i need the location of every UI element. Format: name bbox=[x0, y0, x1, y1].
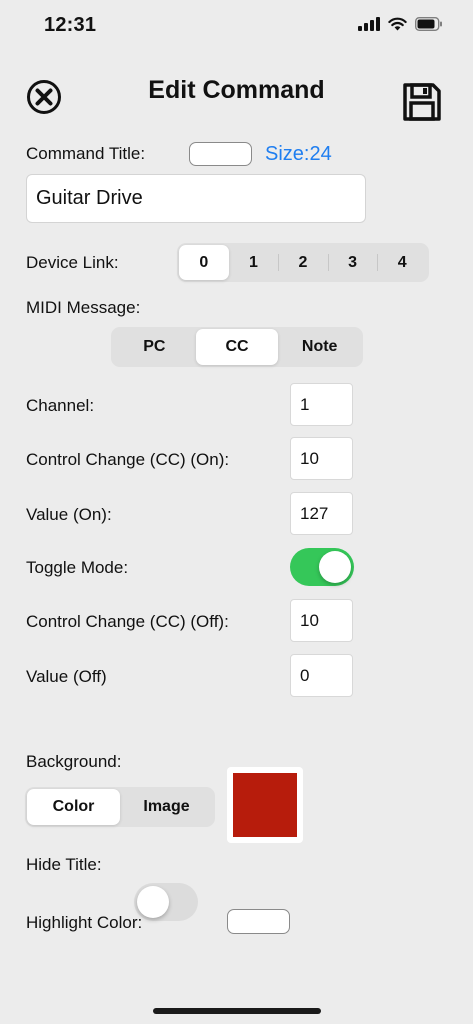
value-on-input[interactable]: 127 bbox=[290, 492, 353, 535]
cc-off-label: Control Change (CC) (Off): bbox=[26, 612, 229, 631]
midi-option-pc[interactable]: PC bbox=[113, 329, 196, 365]
highlight-color-picker[interactable] bbox=[227, 909, 290, 934]
device-link-option-1[interactable]: 1 bbox=[229, 245, 279, 280]
save-icon bbox=[403, 83, 441, 121]
device-link-option-0[interactable]: 0 bbox=[179, 245, 229, 280]
battery-icon bbox=[415, 17, 442, 31]
home-indicator bbox=[153, 1008, 321, 1014]
signal-icon bbox=[358, 17, 380, 31]
cc-on-input[interactable]: 10 bbox=[290, 437, 353, 480]
cc-off-input[interactable]: 10 bbox=[290, 599, 353, 642]
value-on-label: Value (On): bbox=[26, 505, 112, 524]
save-button[interactable] bbox=[402, 82, 442, 122]
highlight-color-label: Highlight Color: bbox=[26, 913, 143, 932]
value-off-label: Value (Off) bbox=[26, 667, 107, 686]
value-off-input[interactable]: 0 bbox=[290, 654, 353, 697]
midi-option-cc[interactable]: CC bbox=[195, 329, 279, 365]
background-option-color[interactable]: Color bbox=[27, 789, 120, 825]
device-link-option-3[interactable]: 3 bbox=[327, 245, 378, 280]
midi-option-note[interactable]: Note bbox=[278, 329, 361, 365]
device-link-segmented-control[interactable]: 0 1 2 3 4 bbox=[177, 243, 429, 282]
status-icons bbox=[358, 17, 443, 31]
channel-input[interactable]: 1 bbox=[290, 383, 353, 426]
background-option-image[interactable]: Image bbox=[120, 789, 213, 825]
hide-title-switch[interactable] bbox=[134, 883, 198, 921]
toggle-knob bbox=[319, 551, 351, 583]
background-segmented-control[interactable]: Color Image bbox=[25, 787, 215, 827]
device-link-option-2[interactable]: 2 bbox=[278, 245, 328, 280]
size-label[interactable]: Size:24 bbox=[265, 143, 332, 166]
wifi-icon bbox=[388, 17, 407, 31]
cc-on-label: Control Change (CC) (On): bbox=[26, 450, 230, 469]
midi-message-label: MIDI Message: bbox=[26, 298, 141, 317]
command-title-input[interactable]: Guitar Drive bbox=[26, 174, 366, 223]
command-title-label: Command Title: bbox=[26, 144, 146, 163]
toggle-mode-switch[interactable] bbox=[290, 548, 354, 586]
status-time: 12:31 bbox=[44, 14, 97, 36]
hide-title-label: Hide Title: bbox=[26, 855, 102, 874]
device-link-label: Device Link: bbox=[26, 253, 119, 272]
channel-label: Channel: bbox=[26, 396, 95, 415]
toggle-mode-label: Toggle Mode: bbox=[26, 558, 129, 577]
background-color-swatch[interactable] bbox=[227, 767, 303, 843]
title-color-picker[interactable] bbox=[189, 142, 252, 166]
background-color-fill bbox=[233, 773, 297, 837]
midi-message-segmented-control[interactable]: PC CC Note bbox=[111, 327, 363, 367]
device-link-option-4[interactable]: 4 bbox=[377, 245, 427, 280]
background-label: Background: bbox=[26, 752, 122, 771]
